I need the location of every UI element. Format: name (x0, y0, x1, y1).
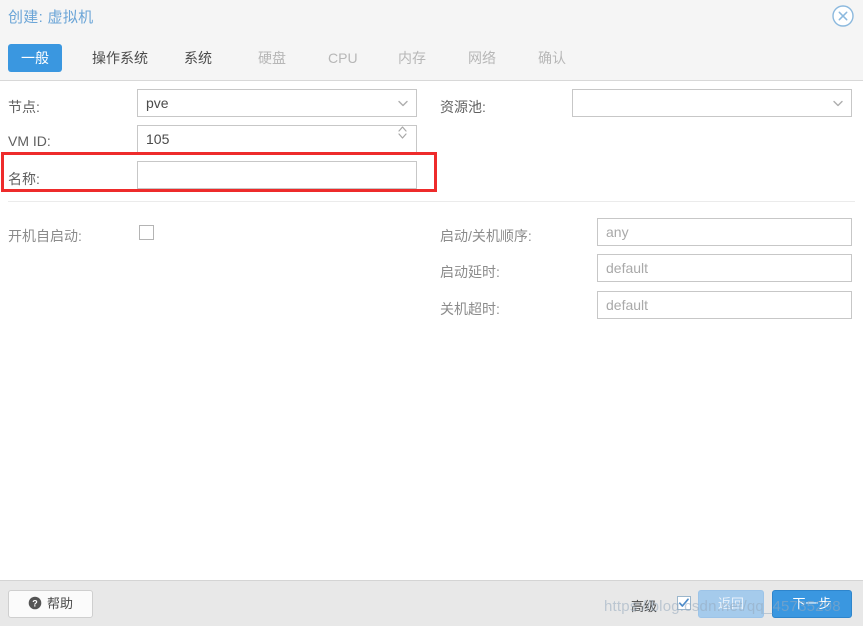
create-vm-dialog: 创建: 虚拟机 一般 操作系统 系统 硬盘 CPU 内存 网络 确认 节点: p… (0, 0, 863, 626)
start-at-boot-checkbox[interactable] (139, 225, 154, 240)
help-button[interactable]: ? 帮助 (8, 590, 93, 618)
help-button-label: 帮助 (47, 596, 73, 611)
advanced-checkbox[interactable] (677, 596, 691, 610)
question-circle-icon: ? (28, 596, 42, 610)
shutdown-timeout-input[interactable]: default (597, 291, 852, 319)
next-button[interactable]: 下一步 (772, 590, 852, 618)
tab-system[interactable]: 系统 (171, 44, 225, 72)
startup-delay-label: 启动延时: (440, 262, 500, 282)
advanced-label: 高级 (631, 596, 657, 615)
start-at-boot-label: 开机自启动: (8, 226, 82, 246)
close-circle-icon[interactable] (831, 4, 855, 28)
node-label: 节点: (8, 97, 40, 117)
tab-cpu: CPU (315, 44, 371, 72)
back-button: 返回 (698, 590, 764, 618)
tab-confirm: 确认 (525, 44, 579, 72)
name-label: 名称: (8, 169, 40, 189)
name-input[interactable] (137, 161, 417, 189)
tab-os[interactable]: 操作系统 (79, 44, 161, 72)
vmid-input[interactable]: 105 (137, 125, 417, 153)
vmid-label: VM ID: (8, 133, 51, 149)
tab-memory: 内存 (385, 44, 439, 72)
dialog-body: 节点: pve 资源池: VM ID: 105 名称: (0, 81, 863, 580)
startup-delay-input[interactable]: default (597, 254, 852, 282)
pool-dropdown[interactable] (572, 89, 852, 117)
dialog-footer: ? 帮助 高级 返回 下一步 (0, 580, 863, 626)
start-order-label: 启动/关机顺序: (440, 226, 532, 246)
dialog-header: 创建: 虚拟机 (0, 0, 863, 36)
tab-disks: 硬盘 (245, 44, 299, 72)
start-order-input[interactable]: any (597, 218, 852, 246)
wizard-tabbar: 一般 操作系统 系统 硬盘 CPU 内存 网络 确认 (0, 36, 863, 81)
pool-label: 资源池: (440, 97, 486, 117)
svg-text:?: ? (32, 598, 38, 608)
shutdown-timeout-label: 关机超时: (440, 299, 500, 319)
section-divider (8, 201, 855, 202)
dialog-title: 创建: 虚拟机 (8, 6, 93, 27)
node-dropdown[interactable]: pve (137, 89, 417, 117)
tab-general[interactable]: 一般 (8, 44, 62, 72)
tab-network: 网络 (455, 44, 509, 72)
